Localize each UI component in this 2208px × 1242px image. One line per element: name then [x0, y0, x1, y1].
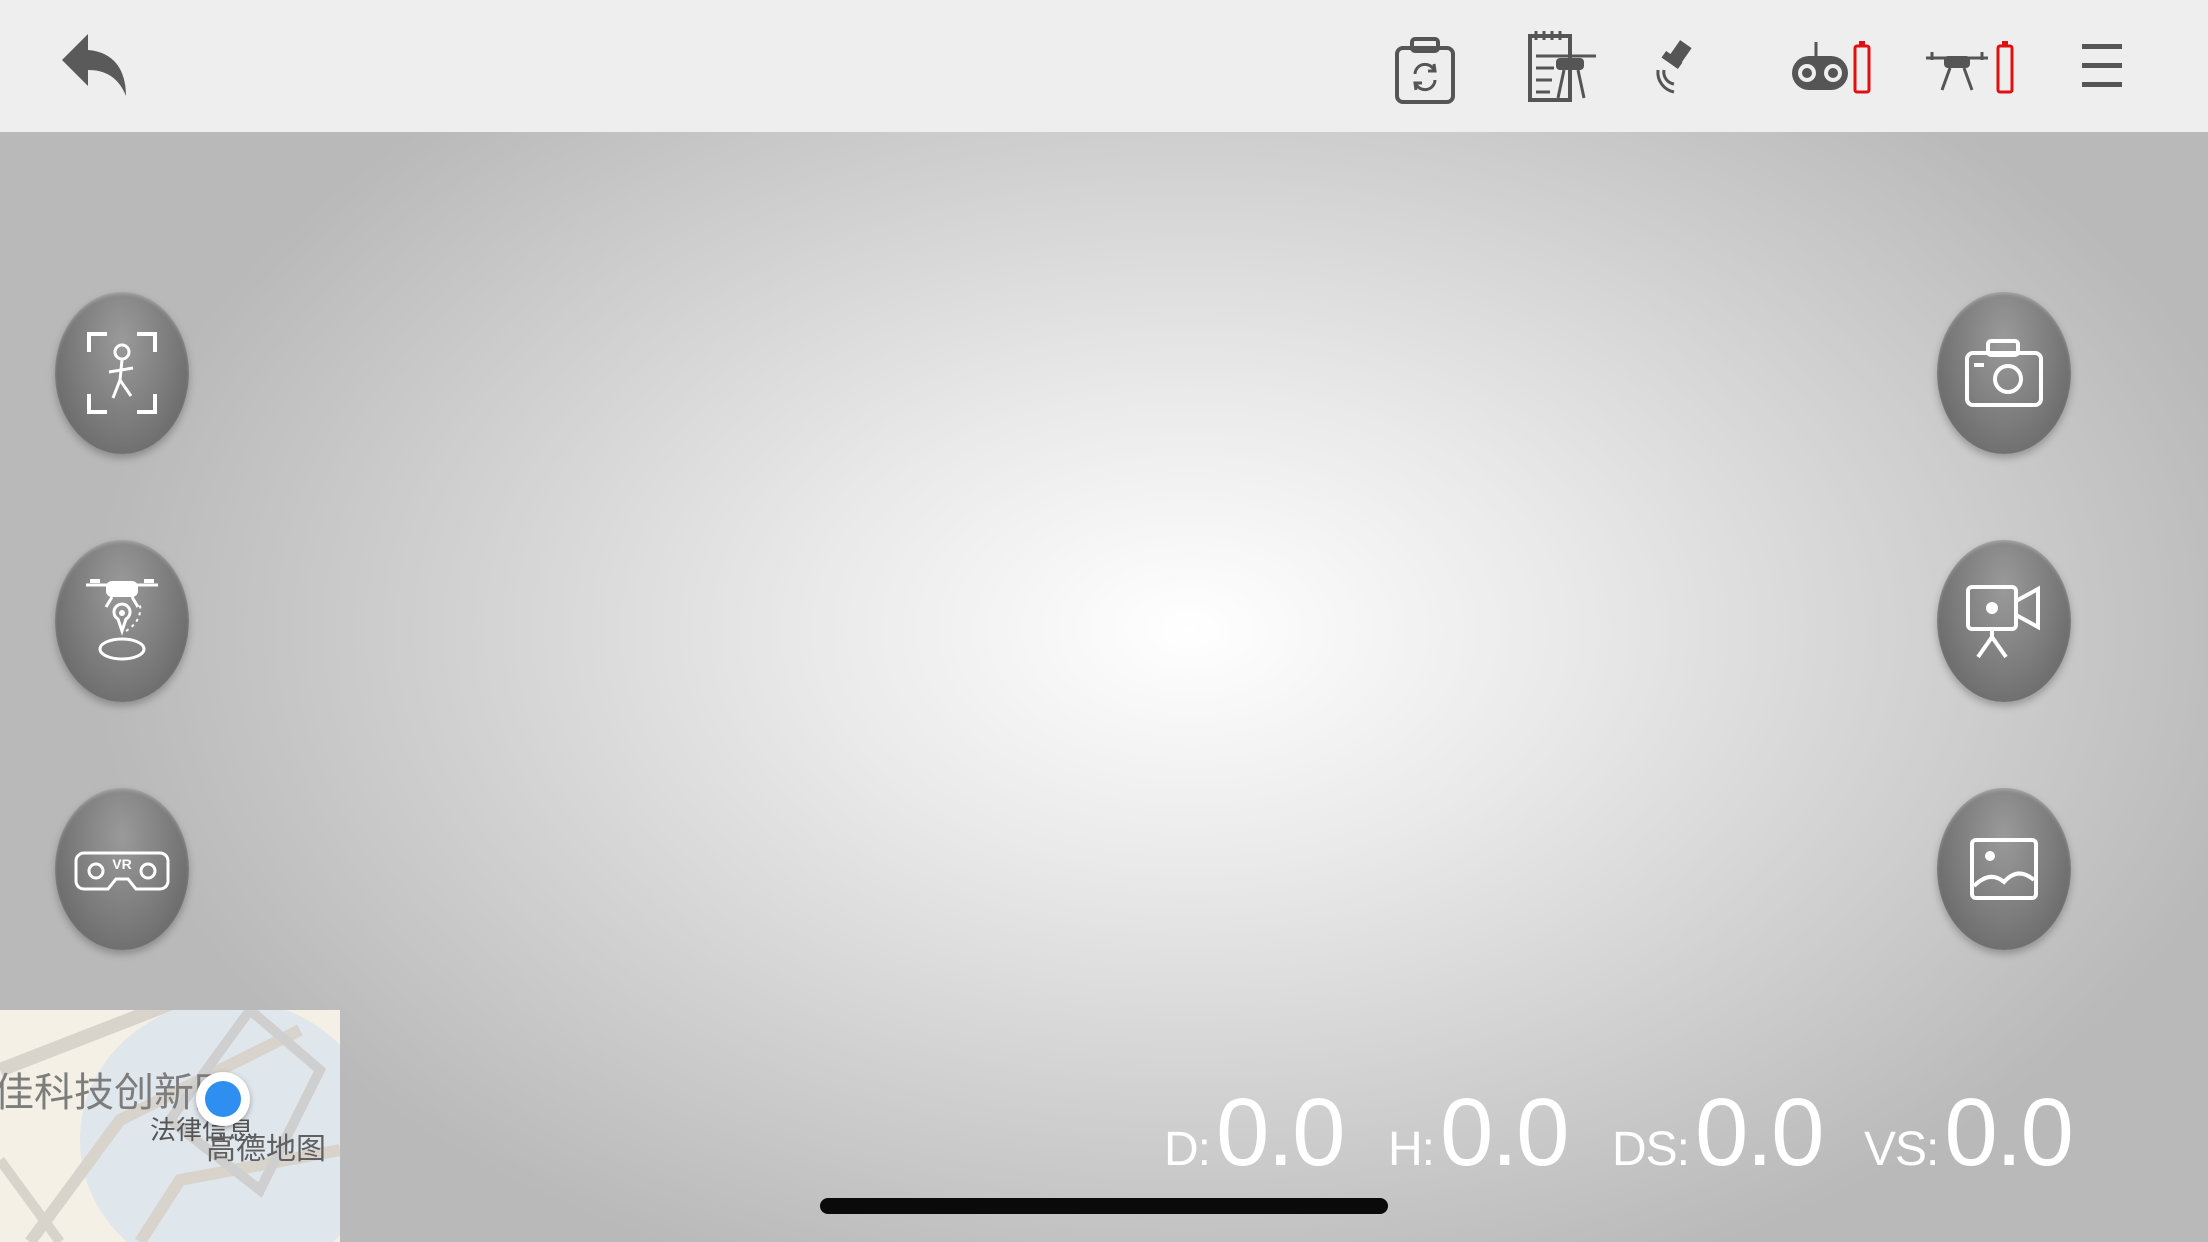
- map-provider-logo: 高德地图: [206, 1132, 326, 1167]
- height-value: 0.0: [1440, 1079, 1569, 1186]
- top-toolbar: [0, 0, 2208, 132]
- vr-label: VR: [112, 856, 131, 872]
- hamburger-menu-icon[interactable]: [2080, 40, 2124, 92]
- height-label: H:: [1388, 1123, 1435, 1176]
- gallery-image-icon: [1970, 838, 2038, 900]
- vr-mode-button[interactable]: VR: [55, 788, 189, 950]
- vertical-speed-value: 0.0: [1944, 1079, 2073, 1186]
- remote-controller-icon: [1790, 38, 1874, 102]
- vertical-speed-label: VS:: [1864, 1123, 1939, 1176]
- camera-switch-icon[interactable]: [1394, 34, 1456, 106]
- horizontal-speed-label: DS:: [1612, 1123, 1690, 1176]
- vr-headset-icon: VR: [74, 851, 170, 891]
- mini-map[interactable]: 佳科技创新园 法律信息 高德地图: [0, 1010, 340, 1242]
- drone-waypoint-icon: [86, 579, 158, 661]
- follow-me-person-icon: [87, 332, 157, 414]
- telemetry-distance: D: 0.0: [1164, 1078, 1345, 1186]
- waypoint-button[interactable]: [55, 540, 189, 702]
- satellite-gps-icon: [1652, 38, 1700, 98]
- location-marker: [196, 1072, 250, 1126]
- flight-log-drone-icon[interactable]: [1526, 28, 1606, 104]
- home-indicator[interactable]: [820, 1198, 1388, 1214]
- video-record-icon: [1966, 585, 2040, 659]
- follow-me-button[interactable]: [55, 292, 189, 454]
- take-photo-button[interactable]: [1937, 292, 2071, 454]
- record-video-button[interactable]: [1937, 540, 2071, 702]
- distance-label: D:: [1164, 1123, 1211, 1176]
- horizontal-speed-value: 0.0: [1695, 1079, 1824, 1186]
- back-arrow-icon[interactable]: [58, 30, 132, 100]
- telemetry-horizontal-speed: DS: 0.0: [1612, 1078, 1824, 1186]
- gallery-button[interactable]: [1937, 788, 2071, 950]
- telemetry-height: H: 0.0: [1388, 1078, 1569, 1186]
- distance-value: 0.0: [1216, 1079, 1345, 1186]
- camera-photo-icon: [1965, 339, 2043, 407]
- telemetry-vertical-speed: VS: 0.0: [1864, 1078, 2074, 1186]
- drone-battery-icon: [1922, 38, 2018, 102]
